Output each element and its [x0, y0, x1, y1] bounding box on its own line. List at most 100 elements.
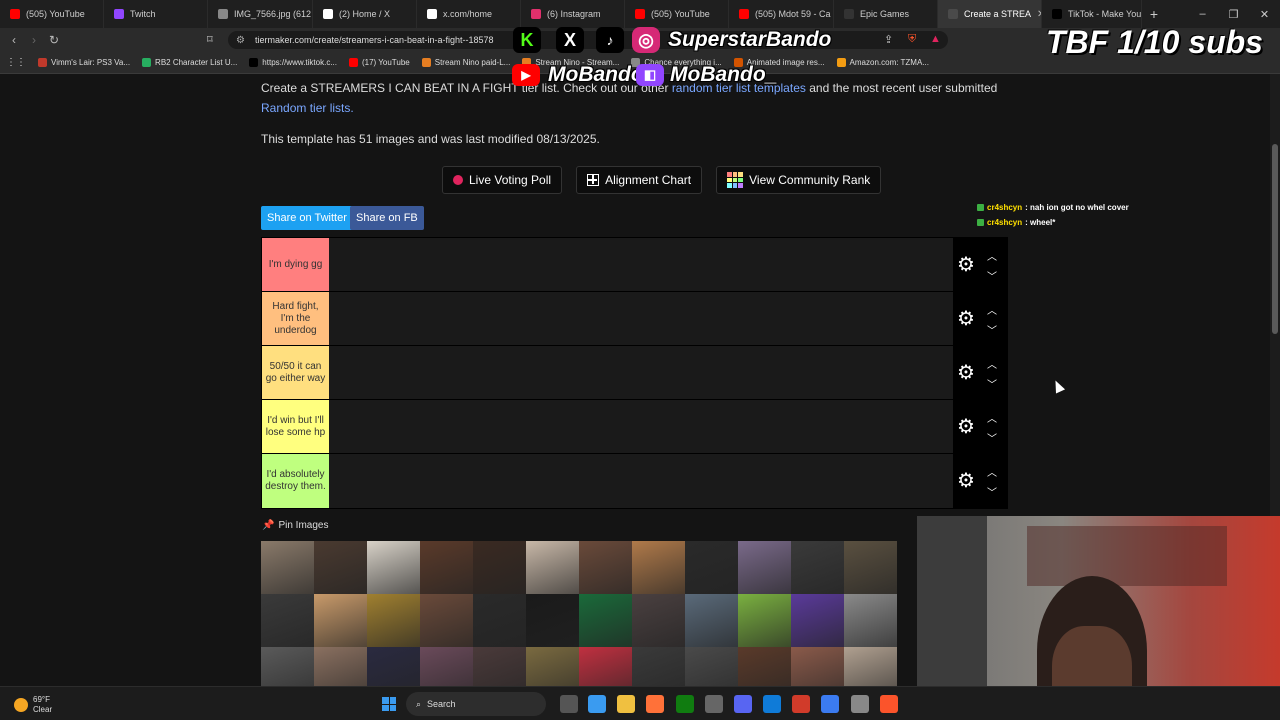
obs-icon[interactable] [792, 695, 810, 713]
back-icon[interactable]: ‹ [4, 33, 24, 47]
share-fb-button[interactable]: Share on FB [350, 206, 424, 230]
share-twitter-button[interactable]: Share on Twitter [261, 206, 353, 230]
bookmark-item[interactable]: https://www.tiktok.c... [249, 58, 337, 67]
bookmark-item[interactable]: Stream Nino paid-L... [421, 58, 510, 67]
streamer-thumbnail[interactable] [526, 647, 579, 686]
community-rank-button[interactable]: View Community Rank [716, 166, 882, 194]
streamer-thumbnail[interactable] [791, 647, 844, 686]
bookmark-icon[interactable]: ⌑ [207, 33, 213, 46]
minimize-icon[interactable]: – [1187, 8, 1218, 21]
pin-images-label[interactable]: 📌 Pin Images [262, 520, 328, 531]
reload-icon[interactable]: ↻ [44, 33, 64, 47]
chevron-down-icon[interactable]: ﹀ [987, 484, 997, 499]
browser-tab[interactable]: Epic Games [834, 0, 938, 28]
streamer-thumbnail[interactable] [738, 594, 791, 647]
bookmark-item[interactable]: RB2 Character List U... [142, 58, 237, 67]
bookmark-item[interactable]: Amazon.com: TZMA... [836, 58, 929, 67]
tier-label[interactable]: I'm dying gg [262, 238, 329, 291]
task-view-icon[interactable] [560, 695, 578, 713]
gear-icon[interactable]: ⚙ [957, 309, 975, 329]
browser-tab[interactable]: IMG_7566.jpg (612 [208, 0, 313, 28]
streamer-thumbnail[interactable] [791, 594, 844, 647]
streamer-thumbnail[interactable] [579, 541, 632, 594]
chevron-down-icon[interactable]: ﹀ [987, 322, 997, 337]
streamer-thumbnail[interactable] [367, 647, 420, 686]
gear-icon[interactable]: ⚙ [957, 363, 975, 383]
gear-icon[interactable]: ⚙ [957, 417, 975, 437]
settings-gear-icon[interactable] [705, 695, 723, 713]
streamer-thumbnail[interactable] [844, 647, 897, 686]
tier-drop-zone[interactable] [329, 238, 953, 291]
site-info-icon[interactable]: ⚙ [236, 35, 245, 46]
streamer-thumbnail[interactable] [685, 541, 738, 594]
streamer-thumbnail[interactable] [261, 647, 314, 686]
streamer-thumbnail[interactable] [314, 541, 367, 594]
close-window-icon[interactable]: ✕ [1249, 8, 1280, 21]
share-icon[interactable]: ⇪ [884, 33, 893, 46]
streamer-thumbnail[interactable] [526, 594, 579, 647]
gear-icon[interactable]: ⚙ [957, 255, 975, 275]
browser-tab[interactable]: (505) YouTube [0, 0, 104, 28]
browser-tab[interactable]: Twitch [104, 0, 208, 28]
live-voting-poll-button[interactable]: Live Voting Poll [442, 166, 563, 194]
chevron-up-icon[interactable]: ︿ [987, 302, 997, 317]
streamer-thumbnail[interactable] [314, 594, 367, 647]
rewards-icon[interactable]: ▲ [930, 33, 941, 45]
chevron-up-icon[interactable]: ︿ [987, 356, 997, 371]
tier-label[interactable]: 50/50 it can go either way [262, 346, 329, 399]
streamer-thumbnail[interactable] [579, 647, 632, 686]
browser-tab[interactable]: (6) Instagram [521, 0, 625, 28]
chevron-up-icon[interactable]: ︿ [987, 248, 997, 263]
gear-icon[interactable]: ⚙ [957, 471, 975, 491]
firefox-icon[interactable] [646, 695, 664, 713]
chevron-up-icon[interactable]: ︿ [987, 464, 997, 479]
random-tier-lists-link[interactable]: Random tier lists. [261, 101, 354, 115]
app-icon[interactable] [851, 695, 869, 713]
streamer-thumbnail[interactable] [632, 647, 685, 686]
streamer-thumbnail[interactable] [526, 541, 579, 594]
streamer-thumbnail[interactable] [738, 647, 791, 686]
tier-label[interactable]: Hard fight, I'm the underdog [262, 292, 329, 345]
streamer-thumbnail[interactable] [367, 594, 420, 647]
tier-drop-zone[interactable] [329, 454, 953, 508]
windows-start-icon[interactable] [382, 697, 396, 711]
alignment-chart-button[interactable]: Alignment Chart [576, 166, 703, 194]
tier-drop-zone[interactable] [329, 346, 953, 399]
xbox-icon[interactable] [676, 695, 694, 713]
browser-tab[interactable]: Create a STREA✕ [938, 0, 1042, 28]
brave-icon[interactable] [880, 695, 898, 713]
bookmark-item[interactable]: Vimm's Lair: PS3 Va... [38, 58, 130, 67]
browser-tab[interactable]: x.com/home [417, 0, 521, 28]
edge-icon[interactable] [763, 695, 781, 713]
forward-icon[interactable]: › [24, 33, 44, 47]
streamer-thumbnail[interactable] [844, 541, 897, 594]
tier-label[interactable]: I'd absolutely destroy them. [262, 454, 329, 508]
file-explorer-icon[interactable] [617, 695, 635, 713]
streamer-thumbnail[interactable] [420, 647, 473, 686]
browser-tab[interactable]: (505) YouTube [625, 0, 729, 28]
streamer-thumbnail[interactable] [791, 541, 844, 594]
streamer-thumbnail[interactable] [738, 541, 791, 594]
tier-drop-zone[interactable] [329, 400, 953, 453]
streamer-thumbnail[interactable] [685, 647, 738, 686]
streamer-thumbnail[interactable] [632, 594, 685, 647]
streamer-thumbnail[interactable] [314, 647, 367, 686]
photos-icon[interactable] [821, 695, 839, 713]
chevron-down-icon[interactable]: ﹀ [987, 376, 997, 391]
streamer-thumbnail[interactable] [473, 541, 526, 594]
streamer-thumbnail[interactable] [420, 541, 473, 594]
streamer-thumbnail[interactable] [579, 594, 632, 647]
copilot-icon[interactable] [588, 695, 606, 713]
streamer-thumbnail[interactable] [473, 647, 526, 686]
streamer-thumbnail[interactable] [685, 594, 738, 647]
discord-icon[interactable] [734, 695, 752, 713]
new-tab-button[interactable]: + [1142, 6, 1166, 22]
tier-drop-zone[interactable] [329, 292, 953, 345]
bookmark-item[interactable]: (17) YouTube [348, 58, 410, 67]
streamer-thumbnail[interactable] [632, 541, 685, 594]
chevron-up-icon[interactable]: ︿ [987, 410, 997, 425]
weather-widget[interactable]: 69°F Clear [14, 695, 52, 715]
streamer-thumbnail[interactable] [844, 594, 897, 647]
taskbar-search[interactable]: ⌕ Search [406, 692, 546, 716]
browser-tab[interactable]: (2) Home / X [313, 0, 417, 28]
